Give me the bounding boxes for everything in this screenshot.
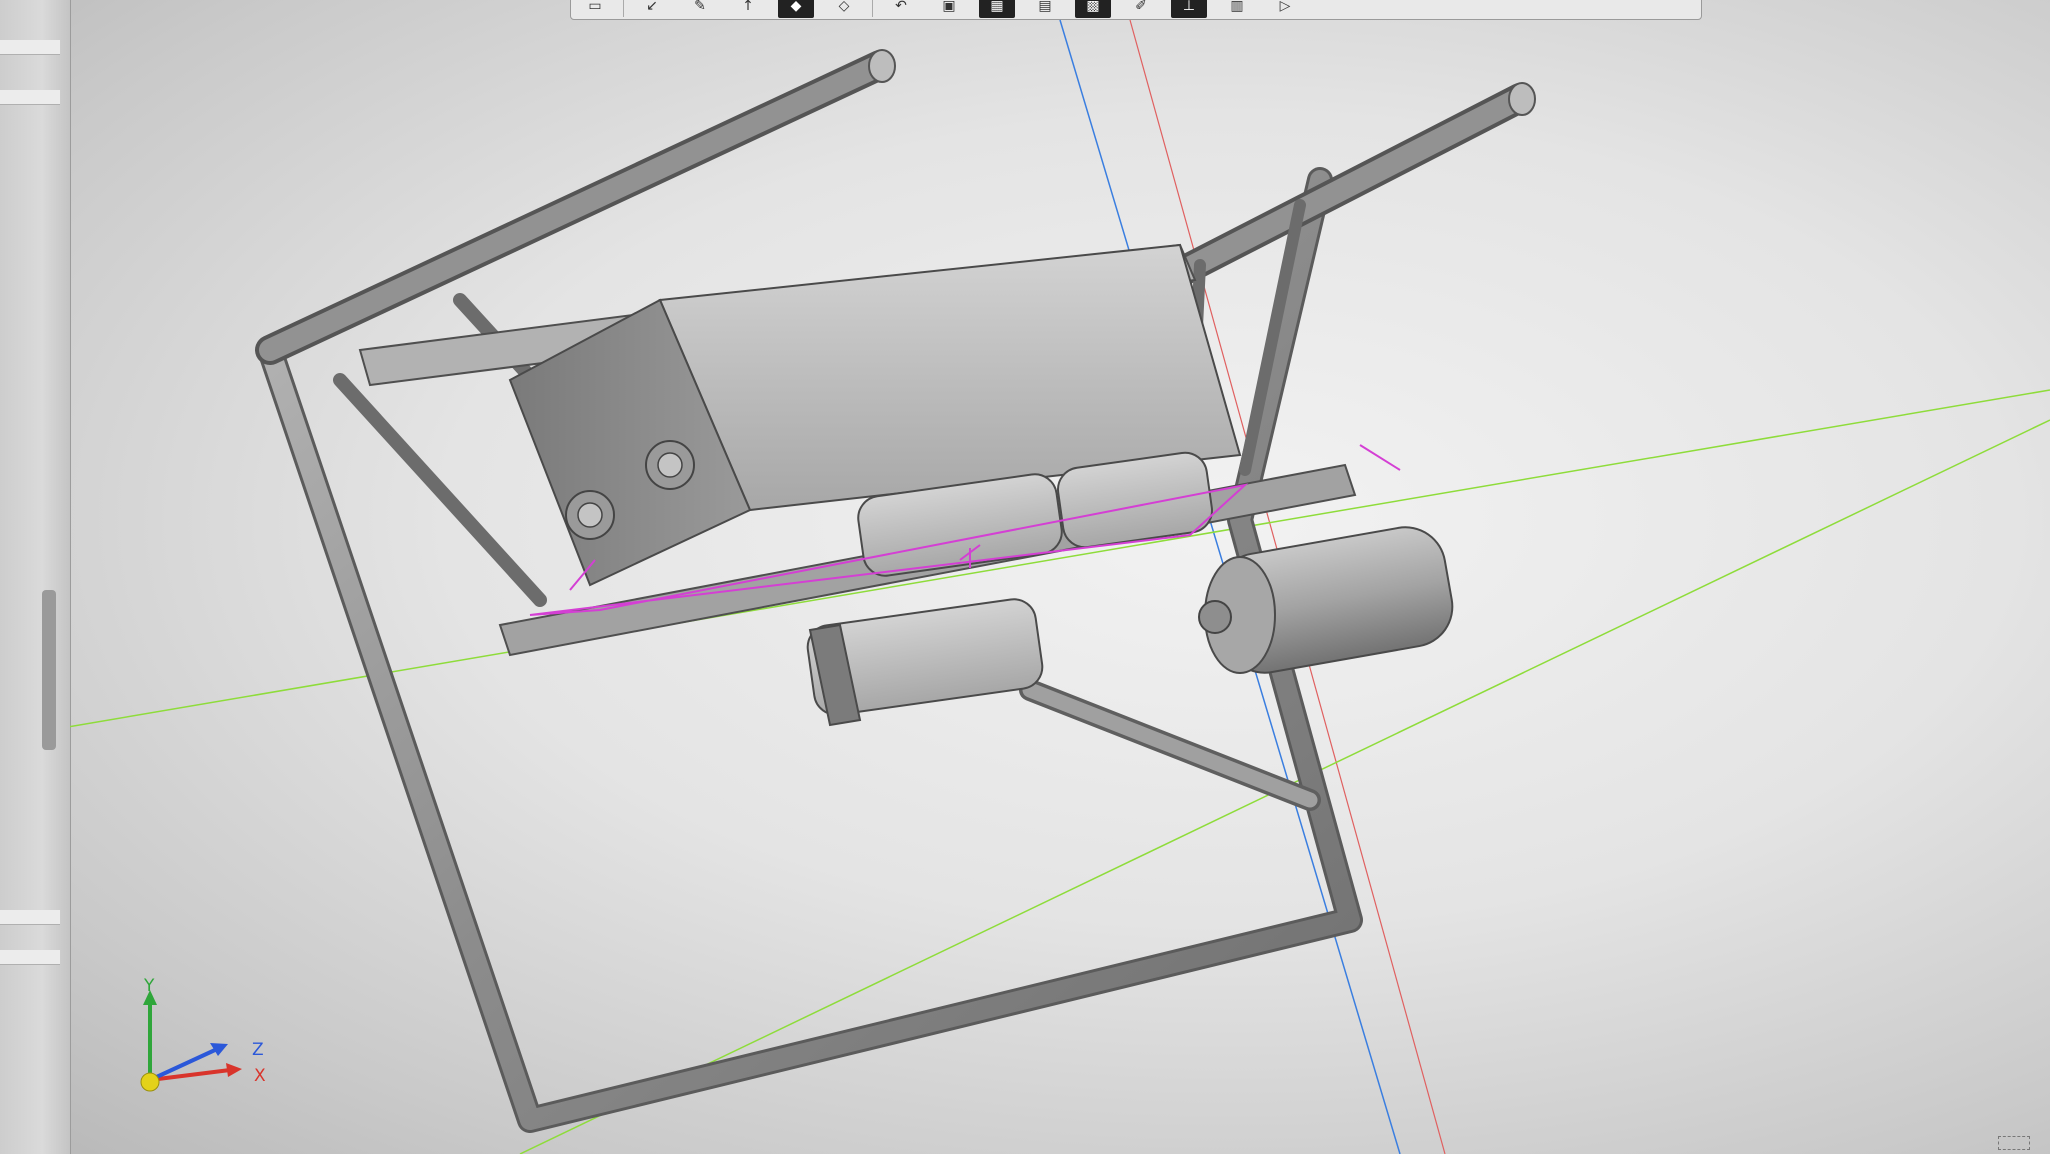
triad-origin [140, 1072, 160, 1092]
top-rod-right [1174, 87, 1531, 281]
diagonal-strut-face [1022, 682, 1318, 808]
sketch-line [1359, 444, 1401, 471]
connector-2-core [657, 452, 683, 478]
orientation-triad[interactable]: Y X Z [130, 970, 290, 1110]
panel-row[interactable] [0, 910, 60, 925]
feature-tree-panel[interactable] [0, 0, 71, 1154]
3d-viewport[interactable] [70, 0, 2050, 1154]
rod-end-cap [1508, 82, 1536, 116]
connector-1-core [577, 502, 603, 528]
motor-shaft [1198, 600, 1232, 634]
x-arrow-head [226, 1063, 242, 1077]
panel-scrollbar[interactable] [42, 590, 56, 750]
z-axis-label: Z [252, 1040, 264, 1060]
panel-row[interactable] [0, 90, 60, 105]
y-axis-label: Y [144, 976, 155, 996]
panel-row[interactable] [0, 40, 60, 55]
brace [333, 373, 547, 607]
x-axis-label: X [254, 1066, 266, 1086]
rod-end-cap [868, 49, 896, 83]
cad-window: ▭ ↙ ✎ ↑ ◆ ◇ ↶ ▣ ▦ ▤ ▩ ✐ ⊥ ▥ ▷ Y X Z [0, 0, 2050, 1154]
panel-row[interactable] [0, 950, 60, 965]
viewport-corner-indicator [1998, 1136, 2030, 1150]
